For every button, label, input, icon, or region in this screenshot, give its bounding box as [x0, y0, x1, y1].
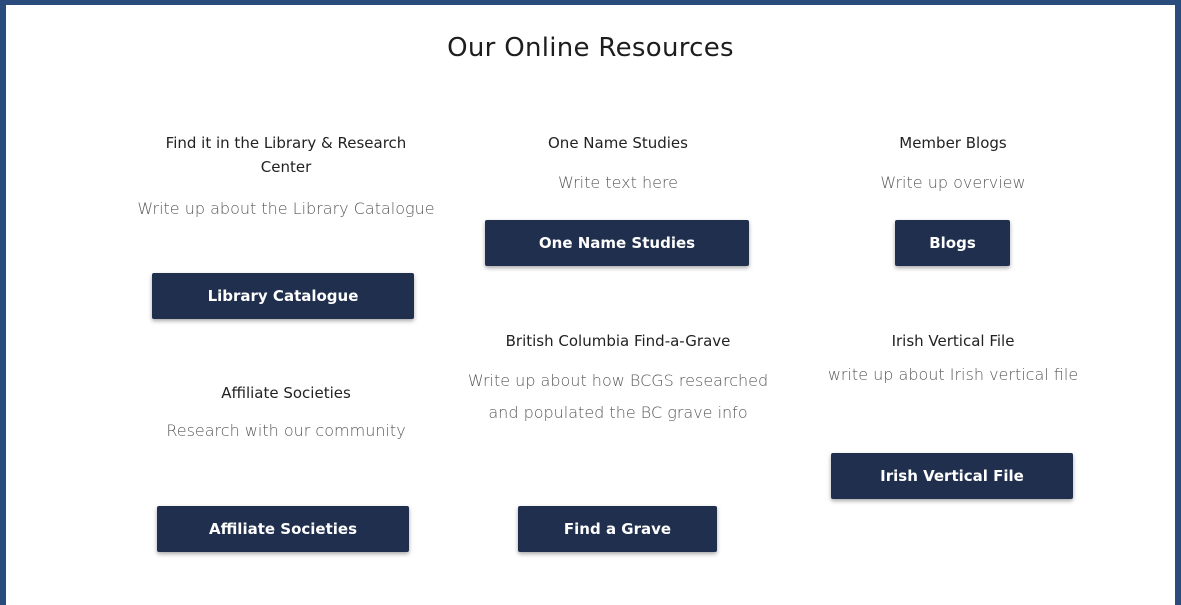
resources-panel: Our Online Resources Find it in the Libr…: [0, 0, 1181, 605]
affiliate-section: Affiliate Societies Research with our co…: [136, 381, 436, 447]
find-grave-section: British Columbia Find-a-Grave Write up a…: [468, 329, 768, 429]
library-section: Find it in the Library & Research Center…: [136, 131, 436, 225]
affiliate-description: Research with our community: [166, 421, 406, 440]
find-grave-description: Write up about how BCGS researched and p…: [467, 371, 769, 422]
irish-heading: Irish Vertical File: [891, 332, 1015, 350]
irish-description: write up about Irish vertical file: [827, 365, 1079, 384]
find-a-grave-button[interactable]: Find a Grave: [518, 506, 717, 552]
library-description: Write up about the Library Catalogue: [137, 199, 435, 218]
one-name-description: Write text here: [557, 173, 679, 192]
one-name-heading: One Name Studies: [548, 134, 688, 152]
page-title: Our Online Resources: [447, 33, 734, 63]
blogs-heading: Member Blogs: [899, 134, 1007, 152]
blogs-description: Write up overview: [880, 173, 1026, 192]
affiliate-societies-button[interactable]: Affiliate Societies: [157, 506, 409, 552]
library-heading: Find it in the Library & Research Center: [165, 134, 407, 176]
irish-vertical-file-button[interactable]: Irish Vertical File: [831, 453, 1073, 499]
blogs-button[interactable]: Blogs: [895, 220, 1010, 266]
one-name-studies-button[interactable]: One Name Studies: [485, 220, 749, 266]
one-name-section: One Name Studies Write text here: [468, 131, 768, 199]
find-grave-heading: British Columbia Find-a-Grave: [505, 332, 731, 350]
library-catalogue-button[interactable]: Library Catalogue: [152, 273, 414, 319]
blogs-section: Member Blogs Write up overview: [803, 131, 1103, 199]
affiliate-heading: Affiliate Societies: [221, 384, 351, 402]
irish-section: Irish Vertical File write up about Irish…: [795, 329, 1111, 391]
